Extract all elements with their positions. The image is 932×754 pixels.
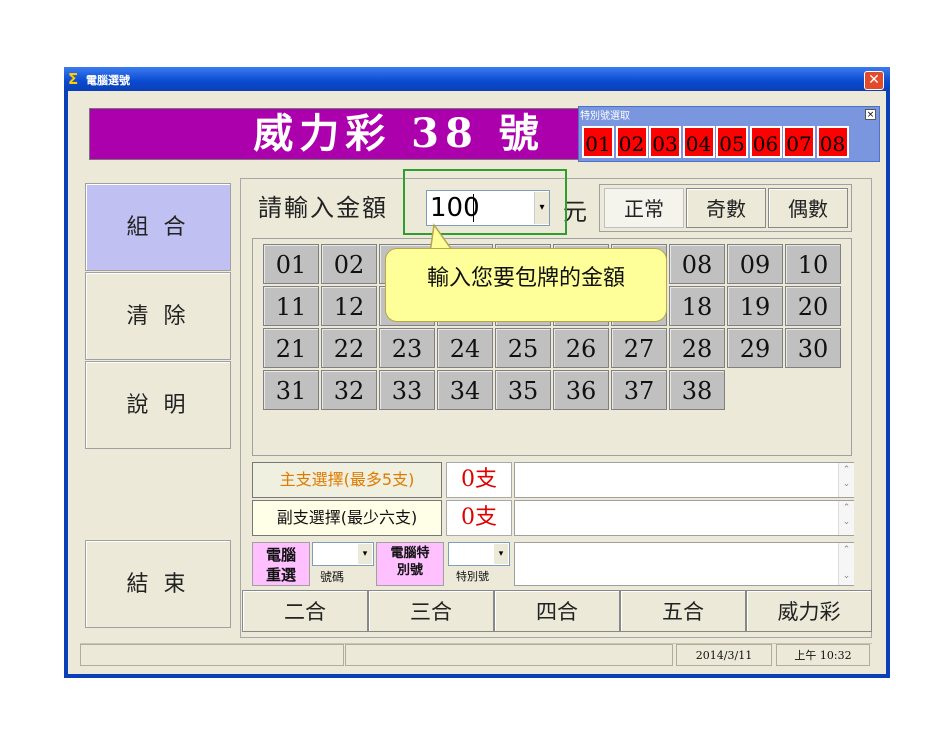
special-number-05[interactable]: 05 — [716, 126, 748, 158]
number-ball-35[interactable]: 35 — [495, 370, 551, 410]
number-ball-28[interactable]: 28 — [669, 328, 725, 368]
combo-five-button[interactable]: 五合 — [620, 590, 746, 632]
number-ball-02[interactable]: 02 — [321, 244, 377, 284]
special-number-08[interactable]: 08 — [816, 126, 849, 158]
special-number-04[interactable]: 04 — [682, 126, 715, 158]
combo-two-button[interactable]: 二合 — [242, 590, 368, 632]
nav-help-button[interactable]: 說 明 — [85, 361, 231, 449]
sigma-icon: Σ — [68, 70, 79, 88]
scroll-down-icon[interactable]: ⌄ — [839, 515, 854, 529]
sub-selection-label[interactable]: 副支選擇(最少六支) — [252, 500, 442, 536]
number-ball-23[interactable]: 23 — [379, 328, 435, 368]
number-ball-34[interactable]: 34 — [437, 370, 493, 410]
number-ball-19[interactable]: 19 — [727, 286, 783, 326]
title-bar[interactable] — [64, 67, 890, 91]
combo-four-button[interactable]: 四合 — [494, 590, 620, 632]
combo-three-button[interactable]: 三合 — [368, 590, 494, 632]
sub-selection-count: 0支 — [446, 500, 512, 536]
sub-selection-box — [514, 500, 854, 536]
reselect-label: 電腦重選 — [265, 546, 296, 584]
sub-selection-scrollbar[interactable]: ⌃ ⌄ — [838, 501, 854, 535]
number-ball-11[interactable]: 11 — [263, 286, 319, 326]
status-time: 上午 10:32 — [776, 644, 870, 666]
nav-exit-button[interactable]: 結 束 — [85, 540, 231, 628]
tooltip: 輸入您要包牌的金額 — [385, 248, 667, 322]
special-number-06[interactable]: 06 — [749, 126, 782, 158]
number-ball-18[interactable]: 18 — [669, 286, 725, 326]
number-ball-30[interactable]: 30 — [785, 328, 841, 368]
scroll-down-icon[interactable]: ⌄ — [839, 477, 854, 491]
number-ball-33[interactable]: 33 — [379, 370, 435, 410]
number-ball-22[interactable]: 22 — [321, 328, 377, 368]
special-number-07[interactable]: 07 — [783, 126, 815, 158]
mode-even-button[interactable]: 偶數 — [768, 188, 848, 228]
reselect-button[interactable]: 電腦重選 — [252, 542, 310, 586]
nav-combine-button[interactable]: 組 合 — [85, 183, 231, 271]
combo-powerball-button[interactable]: 威力彩 — [746, 590, 872, 632]
nav-clear-button[interactable]: 清 除 — [85, 272, 231, 360]
number-ball-38[interactable]: 38 — [669, 370, 725, 410]
number-ball-10[interactable]: 10 — [785, 244, 841, 284]
number-ball-01[interactable]: 01 — [263, 244, 319, 284]
scroll-up-icon[interactable]: ⌃ — [839, 543, 854, 557]
number-ball-37[interactable]: 37 — [611, 370, 667, 410]
number-ball-09[interactable]: 09 — [727, 244, 783, 284]
window-title: 電腦選號 — [86, 74, 130, 87]
number-ball-27[interactable]: 27 — [611, 328, 667, 368]
number-ball-20[interactable]: 20 — [785, 286, 841, 326]
number-ball-36[interactable]: 36 — [553, 370, 609, 410]
special-reselect-label: 電腦特別號 — [390, 546, 430, 578]
special-number-02[interactable]: 02 — [615, 126, 648, 158]
special-select-arrow[interactable]: ▾ — [494, 544, 508, 564]
scroll-up-icon[interactable]: ⌃ — [839, 463, 854, 477]
number-ball-31[interactable]: 31 — [263, 370, 319, 410]
scroll-down-icon[interactable]: ⌄ — [839, 569, 854, 583]
number-ball-32[interactable]: 32 — [321, 370, 377, 410]
main-selection-count: 0支 — [446, 462, 512, 498]
main-selection-scrollbar[interactable]: ⌃ ⌄ — [838, 463, 854, 497]
mode-odd-button[interactable]: 奇數 — [686, 188, 766, 228]
status-pane-1 — [80, 644, 344, 666]
mode-normal-button[interactable]: 正常 — [604, 188, 684, 228]
banner-title: 威力彩 38 號 — [253, 110, 545, 157]
special-popup-title: 特別號選取 — [580, 111, 630, 122]
close-button[interactable]: ✕ — [864, 71, 884, 90]
number-ball-12[interactable]: 12 — [321, 286, 377, 326]
special-caption: 特別號 — [456, 570, 489, 583]
special-number-03[interactable]: 03 — [649, 126, 681, 158]
number-ball-24[interactable]: 24 — [437, 328, 493, 368]
special-reselect-button[interactable]: 電腦特別號 — [376, 542, 444, 586]
number-ball-29[interactable]: 29 — [727, 328, 783, 368]
number-ball-25[interactable]: 25 — [495, 328, 551, 368]
number-ball-08[interactable]: 08 — [669, 244, 725, 284]
main-selection-label[interactable]: 主支選擇(最多5支) — [252, 462, 442, 498]
pick-result-scrollbar[interactable]: ⌃ ⌄ — [838, 543, 854, 585]
main-selection-box — [514, 462, 854, 498]
number-caption: 號碼 — [320, 570, 345, 584]
number-ball-26[interactable]: 26 — [553, 328, 609, 368]
pick-result-box — [514, 542, 854, 586]
number-select-arrow[interactable]: ▾ — [358, 544, 372, 564]
special-number-01[interactable]: 01 — [582, 126, 614, 158]
status-pane-2 — [345, 644, 673, 666]
special-popup-close-button[interactable]: × — [865, 109, 876, 120]
status-date: 2014/3/11 — [676, 644, 772, 666]
scroll-up-icon[interactable]: ⌃ — [839, 501, 854, 515]
scroll-track[interactable] — [839, 557, 854, 569]
amount-label: 請輸入金額 — [258, 194, 388, 222]
number-ball-21[interactable]: 21 — [263, 328, 319, 368]
